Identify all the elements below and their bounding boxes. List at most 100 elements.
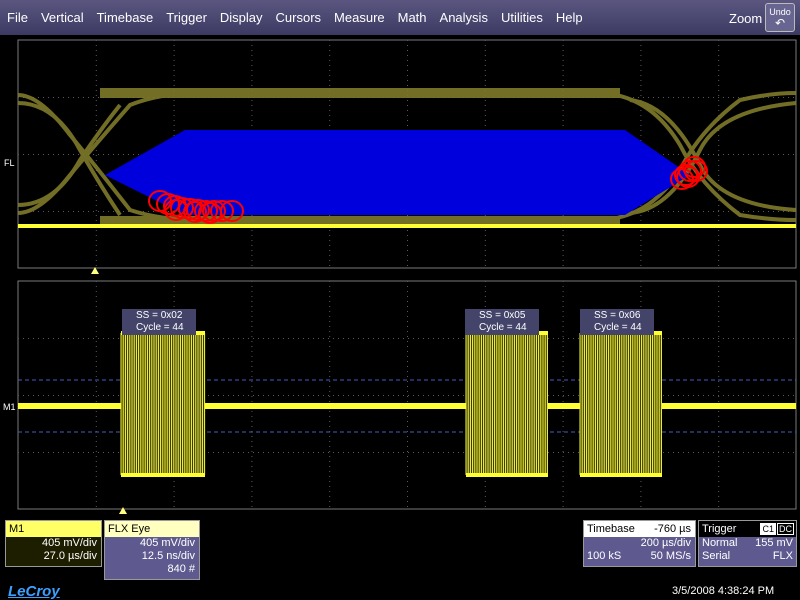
grid-dot <box>33 452 34 453</box>
grid-dot <box>407 80 408 81</box>
grid-dot <box>251 336 253 337</box>
grid-dot <box>718 150 720 151</box>
grid-dot <box>683 452 684 453</box>
grid-dot <box>173 45 175 46</box>
grid-dot <box>58 452 59 453</box>
grid-dot <box>273 395 274 396</box>
grid-dot <box>95 421 97 422</box>
grid-dot <box>407 230 408 231</box>
grid-dot <box>329 55 331 56</box>
grid-dot <box>43 452 44 453</box>
grid-dot <box>683 338 684 339</box>
grid-dot <box>578 395 579 396</box>
grid-dot <box>783 154 784 155</box>
grid-dot <box>678 211 679 212</box>
grid-dot <box>323 452 324 453</box>
grid-dot <box>663 154 664 155</box>
grid-dot <box>233 452 234 453</box>
grid-dot <box>251 506 253 507</box>
grid-dot <box>484 105 486 106</box>
grid-dot <box>95 411 97 412</box>
menu-file[interactable]: File <box>0 10 34 25</box>
grid-dot <box>562 250 564 251</box>
grid-dot <box>407 311 408 312</box>
grid-dot <box>698 452 699 453</box>
trigger-mode: Normal <box>702 537 738 549</box>
menu-vertical[interactable]: Vertical <box>34 10 90 25</box>
zoom-button[interactable]: Zoom <box>729 11 762 26</box>
grid-dot <box>484 110 486 111</box>
grid-dot <box>329 115 331 116</box>
grid-dot <box>693 97 694 98</box>
grid-dot <box>329 265 331 266</box>
grid-dot <box>718 291 720 292</box>
grid-dot <box>718 55 720 56</box>
menu-trigger[interactable]: Trigger <box>159 10 213 25</box>
menu-display[interactable]: Display <box>213 10 269 25</box>
timebase-descriptor[interactable]: Timebase -760 µs 200 µs/div 100 kS 50 MS… <box>583 520 696 567</box>
grid-dot <box>251 235 253 236</box>
grid-dot <box>718 155 720 156</box>
grid-dot <box>713 452 714 453</box>
grid-dot <box>663 395 664 396</box>
grid-dot <box>208 452 209 453</box>
menu-timebase[interactable]: Timebase <box>90 10 160 25</box>
grid-dot <box>329 456 331 457</box>
grid-dot <box>95 296 97 297</box>
grid-dot <box>718 240 720 241</box>
grid-dot <box>562 296 564 297</box>
grid-dot <box>95 316 97 317</box>
menu-analysis[interactable]: Analysis <box>433 10 494 25</box>
grid-dot <box>95 95 97 96</box>
grid-dot <box>213 395 214 396</box>
grid-dot <box>329 476 331 477</box>
grid-dot <box>95 281 97 282</box>
grid-dot <box>678 97 679 98</box>
menu-utilities[interactable]: Utilities <box>494 10 549 25</box>
burst-background <box>580 331 662 477</box>
trigger-coupling-badge: DC <box>777 523 794 535</box>
grid-dot <box>263 395 264 396</box>
grid-dot <box>78 154 79 155</box>
grid-dot <box>778 395 779 396</box>
grid-dot <box>407 245 408 246</box>
grid-dot <box>407 286 408 287</box>
grid-dot <box>95 436 97 437</box>
grid-dot <box>95 371 97 372</box>
grid-dot <box>562 471 564 472</box>
grid-dot <box>718 381 720 382</box>
grid-dot <box>173 255 175 256</box>
grid-dot <box>95 456 97 457</box>
grid-dot <box>562 230 564 231</box>
grid-dot <box>53 452 54 453</box>
undo-button[interactable]: Undo ↶ <box>765 3 795 32</box>
grid-dot <box>718 40 720 41</box>
menu-cursors[interactable]: Cursors <box>269 10 328 25</box>
grid-dot <box>562 45 564 46</box>
menu-help[interactable]: Help <box>549 10 589 25</box>
grid-dot <box>173 245 175 246</box>
grid-dot <box>718 316 720 317</box>
grid-dot <box>329 446 331 447</box>
grid-dot <box>718 170 720 171</box>
m1-descriptor[interactable]: M1 405 mV/div 27.0 µs/div <box>5 520 102 567</box>
grid-dot <box>688 97 689 98</box>
grid-dot <box>640 45 642 46</box>
frame-annotation-3: SS = 0x06 Cycle = 44 <box>580 309 654 335</box>
grid-dot <box>748 154 749 155</box>
grid-dot <box>329 441 331 442</box>
grid-dot <box>303 395 304 396</box>
grid-dot <box>95 451 97 452</box>
grid-dot <box>562 416 564 417</box>
grid-dot <box>323 338 324 339</box>
grid-dot <box>251 491 253 492</box>
grid-dot <box>407 326 408 327</box>
trigger-descriptor[interactable]: Trigger C1 DC Normal 155 mV Serial FLX <box>698 520 797 567</box>
grid-dot <box>329 286 331 287</box>
grid-dot <box>688 395 689 396</box>
menu-measure[interactable]: Measure <box>327 10 391 25</box>
menu-math[interactable]: Math <box>391 10 433 25</box>
grid-dot <box>743 395 744 396</box>
grid-dot <box>43 338 44 339</box>
flx-eye-descriptor[interactable]: FLX Eye 405 mV/div 12.5 ns/div 840 # <box>104 520 200 580</box>
